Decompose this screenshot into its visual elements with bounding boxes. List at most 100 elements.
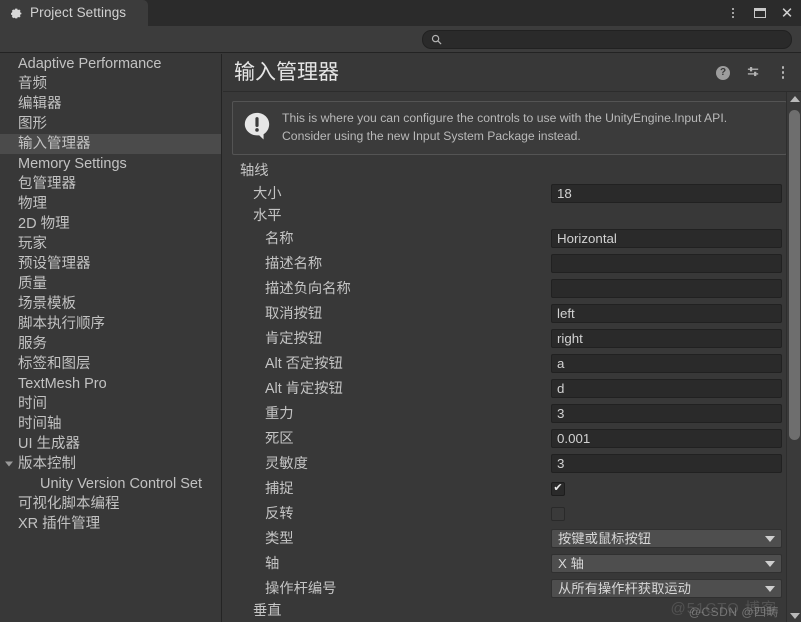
sidebar-item-label: 可视化脚本编程	[18, 495, 120, 512]
property-input[interactable]	[557, 380, 781, 398]
search-input[interactable]	[447, 33, 791, 46]
property-row-6: 取消按钮	[223, 301, 801, 326]
sidebar-item-0[interactable]: Adaptive Performance	[0, 54, 221, 74]
sidebar-item-21[interactable]: Unity Version Control Set	[0, 474, 221, 494]
property-dropdown[interactable]: 按键或鼠标按钮	[551, 529, 782, 549]
sidebar-item-label: 玩家	[18, 235, 47, 252]
maximize-icon	[754, 8, 766, 18]
property-input[interactable]	[557, 280, 781, 298]
chevron-down-icon	[765, 585, 775, 592]
property-label: 肯定按钮	[265, 330, 323, 347]
sidebar-item-20[interactable]: 版本控制	[0, 454, 221, 474]
sidebar-item-11[interactable]: 质量	[0, 274, 221, 294]
property-label: 描述名称	[265, 255, 323, 272]
property-label: Alt 肯定按钮	[265, 380, 343, 397]
window-close-button[interactable]: ✕	[779, 5, 795, 21]
property-label: 捕捉	[265, 480, 294, 497]
property-input[interactable]	[557, 455, 781, 473]
check-icon: ✔	[553, 482, 563, 495]
sidebar-item-10[interactable]: 预设管理器	[0, 254, 221, 274]
property-label: 水平	[253, 208, 282, 225]
property-text-field[interactable]	[551, 354, 782, 374]
property-row-7: 肯定按钮	[223, 326, 801, 351]
property-label: Alt 否定按钮	[265, 355, 343, 372]
sidebar-item-6[interactable]: 包管理器	[0, 174, 221, 194]
tab-project-settings[interactable]: Project Settings	[0, 0, 149, 26]
sidebar-item-label: 质量	[18, 275, 47, 292]
sidebar-item-8[interactable]: 2D 物理	[0, 214, 221, 234]
window-tab-bar: Project Settings ✕	[0, 0, 801, 26]
sidebar-item-18[interactable]: 时间轴	[0, 414, 221, 434]
sidebar-item-label: 服务	[18, 335, 47, 352]
property-text-field[interactable]	[551, 454, 782, 474]
property-text-field[interactable]	[551, 429, 782, 449]
window-maximize-button[interactable]	[752, 5, 768, 21]
sidebar-item-4[interactable]: 输入管理器	[0, 134, 221, 154]
sidebar-item-label: Unity Version Control Set	[40, 475, 202, 492]
search-box[interactable]	[422, 30, 792, 49]
property-dropdown[interactable]: 从所有操作杆获取运动	[551, 579, 782, 599]
chevron-down-icon[interactable]	[5, 461, 13, 467]
property-label: 描述负向名称	[265, 280, 351, 297]
kebab-menu-icon	[781, 66, 785, 79]
property-checkbox[interactable]	[551, 506, 565, 521]
property-text-field[interactable]	[551, 304, 782, 324]
warning-icon	[244, 112, 270, 140]
property-text-field[interactable]	[551, 379, 782, 399]
property-label: 轴线	[240, 163, 269, 180]
sidebar-item-23[interactable]: XR 插件管理	[0, 514, 221, 534]
sidebar-item-label: 输入管理器	[18, 135, 91, 152]
sidebar-item-2[interactable]: 编辑器	[0, 94, 221, 114]
settings-category-sidebar[interactable]: Adaptive Performance 音频 编辑器 图形 输入管理器 Memory S…	[0, 54, 222, 622]
sidebar-item-9[interactable]: 玩家	[0, 234, 221, 254]
sidebar-item-14[interactable]: 服务	[0, 334, 221, 354]
scroll-up-button[interactable]	[787, 92, 801, 105]
property-input[interactable]	[557, 230, 781, 248]
sidebar-item-label: 场景模板	[18, 295, 76, 312]
sidebar-item-17[interactable]: 时间	[0, 394, 221, 414]
panel-menu-button[interactable]	[775, 65, 791, 81]
property-row-14: 反转	[223, 501, 801, 526]
sidebar-item-7[interactable]: 物理	[0, 194, 221, 214]
sidebar-item-5[interactable]: Memory Settings	[0, 154, 221, 174]
property-input[interactable]	[557, 330, 781, 348]
sidebar-item-16[interactable]: TextMesh Pro	[0, 374, 221, 394]
property-text-field[interactable]	[551, 254, 782, 274]
sidebar-item-3[interactable]: 图形	[0, 114, 221, 134]
sidebar-item-label: 2D 物理	[18, 215, 70, 232]
sidebar-item-19[interactable]: UI 生成器	[0, 434, 221, 454]
property-row-17: 操作杆编号 从所有操作杆获取运动	[223, 576, 801, 601]
property-input[interactable]	[557, 405, 781, 423]
scroll-down-icon	[789, 612, 800, 619]
property-text-field[interactable]	[551, 329, 782, 349]
property-label: 类型	[265, 530, 294, 547]
property-input[interactable]	[557, 355, 781, 373]
panel-header-icons: ?	[715, 65, 791, 81]
property-text-field[interactable]	[551, 229, 782, 249]
property-input[interactable]	[557, 255, 781, 273]
sidebar-item-15[interactable]: 标签和图层	[0, 354, 221, 374]
property-text-field[interactable]	[551, 404, 782, 424]
scroll-down-button[interactable]	[787, 609, 801, 622]
sidebar-item-13[interactable]: 脚本执行顺序	[0, 314, 221, 334]
help-button[interactable]: ?	[715, 65, 731, 81]
property-row-5: 描述负向名称	[223, 276, 801, 301]
scrollbar-thumb[interactable]	[789, 110, 800, 440]
sidebar-item-22[interactable]: 可视化脚本编程	[0, 494, 221, 514]
property-dropdown[interactable]: X 轴	[551, 554, 782, 574]
sidebar-item-label: UI 生成器	[18, 435, 81, 452]
window-menu-button[interactable]	[725, 5, 741, 21]
tab-label: Project Settings	[30, 5, 127, 21]
property-text-field[interactable]	[551, 279, 782, 299]
vertical-scrollbar[interactable]	[786, 92, 801, 622]
property-input[interactable]	[557, 430, 781, 448]
sidebar-item-12[interactable]: 场景模板	[0, 294, 221, 314]
sidebar-item-1[interactable]: 音频	[0, 74, 221, 94]
page-title: 输入管理器	[234, 61, 339, 84]
property-input[interactable]	[557, 305, 781, 323]
property-text-field[interactable]	[551, 184, 782, 204]
property-label: 灵敏度	[265, 455, 308, 472]
property-input[interactable]	[557, 185, 781, 203]
preset-button[interactable]	[745, 65, 761, 81]
property-checkbox[interactable]: ✔	[551, 481, 565, 496]
